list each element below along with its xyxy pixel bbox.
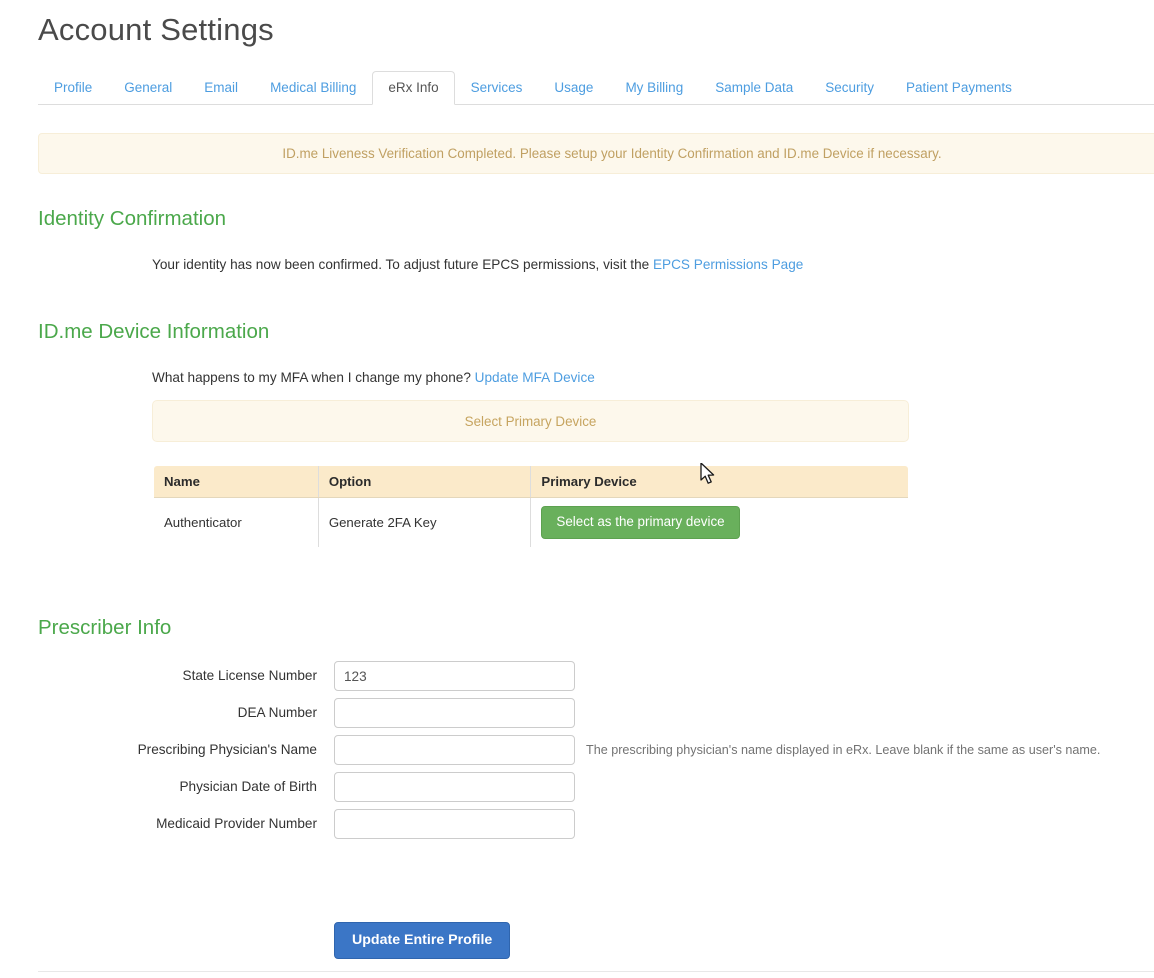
- state-license-number-input[interactable]: [334, 661, 575, 691]
- tab-medical-billing[interactable]: Medical Billing: [254, 71, 372, 106]
- footer-divider: [38, 971, 1154, 972]
- form-row-medicaid-provider-number: Medicaid Provider Number: [0, 809, 1154, 841]
- identity-confirmation-text: Your identity has now been confirmed. To…: [152, 255, 803, 275]
- table-row: Authenticator Generate 2FA Key Select as…: [154, 497, 908, 548]
- device-information-text: What happens to my MFA when I change my …: [152, 368, 595, 388]
- update-mfa-device-link[interactable]: Update MFA Device: [475, 370, 595, 385]
- tab-patient-payments[interactable]: Patient Payments: [890, 71, 1028, 106]
- devices-table-head: Name Option Primary Device: [154, 466, 908, 498]
- select-primary-device-title: Select Primary Device: [464, 413, 597, 429]
- device-information-heading: ID.me Device Information: [38, 320, 270, 343]
- prescribing-physician-name-input[interactable]: [334, 735, 575, 765]
- dea-number-input[interactable]: [334, 698, 575, 728]
- prescribing-physician-name-help-text: The prescribing physician's name display…: [586, 743, 1101, 757]
- alert-message: ID.me Liveness Verification Completed. P…: [282, 146, 942, 161]
- form-row-state-license-number: State License Number: [0, 661, 1154, 693]
- label-physician-date-of-birth: Physician Date of Birth: [179, 779, 317, 794]
- tab-erx-info[interactable]: eRx Info: [372, 70, 455, 105]
- devices-table: Name Option Primary Device Authenticator…: [153, 465, 909, 549]
- cell-primary-device-action: Select as the primary device: [531, 498, 908, 548]
- physician-date-of-birth-input[interactable]: [334, 772, 575, 802]
- identity-confirmation-heading: Identity Confirmation: [38, 207, 227, 230]
- form-row-physician-date-of-birth: Physician Date of Birth: [0, 772, 1154, 804]
- tab-security[interactable]: Security: [809, 71, 890, 106]
- cell-device-option: Generate 2FA Key: [318, 497, 532, 548]
- select-primary-device-panel: Select Primary Device: [152, 400, 909, 442]
- label-medicaid-provider-number: Medicaid Provider Number: [156, 816, 317, 831]
- page-title: Account Settings: [38, 12, 274, 47]
- epcs-permissions-page-link[interactable]: EPCS Permissions Page: [653, 257, 803, 272]
- tab-email[interactable]: Email: [188, 71, 254, 106]
- identity-confirmation-body: Your identity has now been confirmed. To…: [152, 257, 653, 272]
- settings-tab-bar: Profile General Email Medical Billing eR…: [38, 70, 1154, 106]
- form-row-prescribing-physician-name: Prescribing Physician's Name The prescri…: [0, 735, 1154, 767]
- form-row-dea-number: DEA Number: [0, 698, 1154, 730]
- tab-sample-data[interactable]: Sample Data: [699, 71, 809, 106]
- devices-table-body: Authenticator Generate 2FA Key Select as…: [154, 497, 908, 548]
- tab-general[interactable]: General: [108, 71, 188, 106]
- mfa-question-text: What happens to my MFA when I change my …: [152, 370, 475, 385]
- prescriber-info-heading: Prescriber Info: [38, 616, 172, 639]
- label-prescribing-physician-name: Prescribing Physician's Name: [137, 742, 317, 757]
- column-header-primary-device: Primary Device: [530, 466, 908, 498]
- tab-my-billing[interactable]: My Billing: [609, 71, 699, 106]
- column-header-option: Option: [318, 466, 532, 498]
- tab-services[interactable]: Services: [455, 71, 539, 106]
- tab-profile[interactable]: Profile: [38, 71, 108, 106]
- label-dea-number: DEA Number: [237, 705, 317, 720]
- account-settings-page: Account Settings Profile General Email M…: [0, 0, 1154, 978]
- devices-table-header-row: Name Option Primary Device: [154, 466, 908, 498]
- label-state-license-number: State License Number: [182, 668, 318, 683]
- select-as-primary-device-button[interactable]: Select as the primary device: [541, 506, 740, 540]
- cell-device-name: Authenticator: [154, 497, 319, 548]
- column-header-name: Name: [154, 466, 319, 498]
- update-entire-profile-button[interactable]: Update Entire Profile: [334, 922, 511, 960]
- liveness-verification-alert: ID.me Liveness Verification Completed. P…: [38, 133, 1154, 174]
- tab-usage[interactable]: Usage: [538, 71, 609, 106]
- medicaid-provider-number-input[interactable]: [334, 809, 575, 839]
